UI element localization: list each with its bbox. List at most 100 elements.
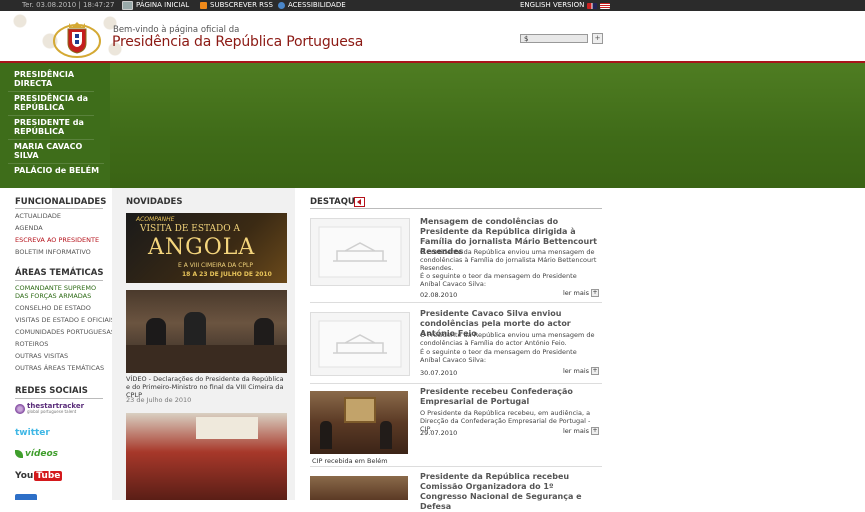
section-divider [15, 208, 103, 209]
read-more-link[interactable]: ler mais + [563, 367, 600, 375]
news-thumb-placeholder[interactable] [310, 312, 410, 376]
banner-line-1: ACOMPANHE [136, 216, 175, 223]
read-more-link[interactable]: ler mais + [563, 427, 600, 435]
plus-icon: + [591, 427, 600, 435]
news-date: 02.08.2010 [420, 291, 458, 299]
hero-image [110, 63, 865, 188]
news-image[interactable] [310, 476, 408, 500]
date-time: Ter. 03.08.2010 | 18:47:27 [22, 1, 115, 9]
read-more-label: ler mais [563, 289, 590, 297]
uk-flag-icon [587, 2, 598, 9]
news-thumb-placeholder[interactable] [310, 218, 410, 286]
palace-placeholder-icon [318, 226, 402, 278]
main-nav: PRESIDÊNCIA DIRECTA PRESIDÊNCIA da REPÚB… [8, 68, 104, 178]
home-link-label: PÁGINA INICIAL [136, 1, 190, 9]
menu-actualidade[interactable]: ACTUALIDADE [15, 212, 61, 220]
nav-presidencia-republica[interactable]: PRESIDÊNCIA da REPÚBLICA [8, 92, 94, 116]
news-text: É o seguinte o teor da mensagem do Presi… [420, 272, 577, 288]
cip-meeting-image[interactable] [310, 391, 408, 454]
menu-agenda[interactable]: AGENDA [15, 224, 43, 232]
thestartracker-link[interactable]: thestartracker global portuguese talent [15, 403, 84, 415]
news-divider [310, 302, 602, 303]
novidades-title: NOVIDADES [126, 197, 183, 207]
youtube-you-label: You [15, 471, 34, 481]
angola-visit-banner[interactable]: ACOMPANHE VISITA DE ESTADO A ANGOLA E A … [126, 213, 287, 283]
image-caption: CIP recebida em Belém [312, 457, 388, 465]
home-link[interactable]: PÁGINA INICIAL [122, 0, 189, 11]
banner-line-2: VISITA DE ESTADO A [140, 224, 240, 234]
youtube-tube-label: Tube [34, 471, 63, 481]
menu-outras-visitas[interactable]: OUTRAS VISITAS [15, 352, 68, 360]
rss-link-label: SUBSCREVER RSS [210, 1, 273, 9]
banner-line-3: ANGOLA [148, 235, 256, 260]
english-version-link[interactable]: ENGLISH VERSION [520, 0, 611, 11]
palace-placeholder-icon [318, 320, 402, 368]
menu-conselho-estado[interactable]: CONSELHO DE ESTADO [15, 304, 91, 312]
congress-screen [196, 417, 258, 439]
youtube-link[interactable]: You Tube [15, 471, 63, 481]
funcionalidades-title: FUNCIONALIDADES [15, 197, 107, 207]
section-divider [15, 280, 103, 281]
nav-palacio-belem[interactable]: PALÁCIO de BELÉM [8, 164, 104, 178]
search-button[interactable]: + [592, 33, 603, 44]
accessibility-icon [278, 2, 285, 9]
news-text: O Presidente da República enviou uma men… [420, 248, 597, 272]
menu-visitas-estado[interactable]: VISITAS DE ESTADO E OFICIAIS [15, 316, 115, 324]
person-silhouette [320, 421, 332, 449]
person-silhouette [380, 421, 392, 449]
news-date: 29.07.2010 [420, 429, 458, 437]
read-more-label: ler mais [563, 427, 590, 435]
congress-image[interactable] [126, 413, 287, 500]
videos-link[interactable]: vídeos [15, 449, 58, 459]
banner-line-5: 18 A 23 DE JULHO DE 2010 [182, 271, 272, 278]
plus-icon: + [591, 367, 600, 375]
menu-outras-areas[interactable]: OUTRAS ÁREAS TEMÁTICAS [15, 364, 104, 372]
site-header: Bem-vindo à página oficial da Presidênci… [0, 11, 865, 61]
search-input[interactable]: $ [520, 34, 588, 43]
nav-maria-cavaco-silva[interactable]: MARIA CAVACO SILVA [8, 140, 104, 164]
plus-icon: + [591, 289, 600, 297]
news-text: É o seguinte o teor da mensagem do Presi… [420, 348, 577, 364]
accessibility-link[interactable]: ACESSIBILIDADE [278, 0, 346, 11]
top-bar: Ter. 03.08.2010 | 18:47:27 PÁGINA INICIA… [0, 0, 865, 11]
destaque-arrow-icon[interactable] [354, 197, 365, 207]
section-divider [15, 398, 103, 399]
redes-sociais-title: REDES SOCIAIS [15, 386, 88, 396]
news-divider [310, 466, 602, 467]
menu-escreva-presidente[interactable]: ESCREVA AO PRESIDENTE [15, 236, 99, 244]
menu-comunidades[interactable]: COMUNIDADES PORTUGUESAS [15, 328, 115, 336]
search-go-icon: + [594, 34, 601, 42]
speaker-silhouette [254, 318, 274, 346]
news-text: O Presidente da República enviou uma men… [420, 331, 595, 347]
twitter-link[interactable]: twitter [15, 428, 50, 438]
news-title[interactable]: Presidente recebeu Confederação Empresar… [420, 387, 600, 407]
us-flag-icon [600, 2, 611, 9]
read-more-link[interactable]: ler mais + [563, 289, 600, 297]
thestartracker-tagline: global portuguese talent [27, 409, 77, 414]
videos-leaf-icon [15, 450, 23, 458]
menu-boletim[interactable]: BOLETIM INFORMATIVO [15, 248, 91, 256]
news-date: 30.07.2010 [420, 369, 458, 377]
table [126, 345, 287, 373]
destaque-divider [310, 208, 602, 209]
nav-presidente-republica[interactable]: PRESIDENTE da REPÚBLICA [8, 116, 94, 140]
site-title[interactable]: Presidência da República Portuguesa [112, 34, 363, 50]
home-icon [122, 1, 133, 10]
speaker-silhouette [146, 318, 166, 348]
hero-banner: PRESIDÊNCIA DIRECTA PRESIDÊNCIA da REPÚB… [0, 63, 865, 188]
rss-link[interactable]: SUBSCREVER RSS [200, 0, 273, 11]
painting [344, 397, 376, 423]
flickr-partial-icon[interactable] [15, 494, 37, 500]
news-title[interactable]: Presidente da República recebeu Comissão… [420, 472, 600, 512]
video-date: 23 de Julho de 2010 [126, 396, 192, 404]
thestartracker-logo-icon [15, 404, 25, 414]
speaker-silhouette [184, 312, 206, 346]
nav-presidencia-directa[interactable]: PRESIDÊNCIA DIRECTA [8, 68, 94, 92]
videos-label: vídeos [25, 449, 59, 459]
video-press-conference-image[interactable] [126, 290, 287, 373]
rss-icon [200, 2, 207, 9]
menu-roteiros[interactable]: ROTEIROS [15, 340, 48, 348]
english-version-label: ENGLISH VERSION [520, 1, 585, 9]
menu-comandante-supremo[interactable]: COMANDANTE SUPREMO DAS FORÇAS ARMADAS [15, 284, 105, 300]
areas-tematicas-title: ÁREAS TEMÁTICAS [15, 268, 104, 278]
